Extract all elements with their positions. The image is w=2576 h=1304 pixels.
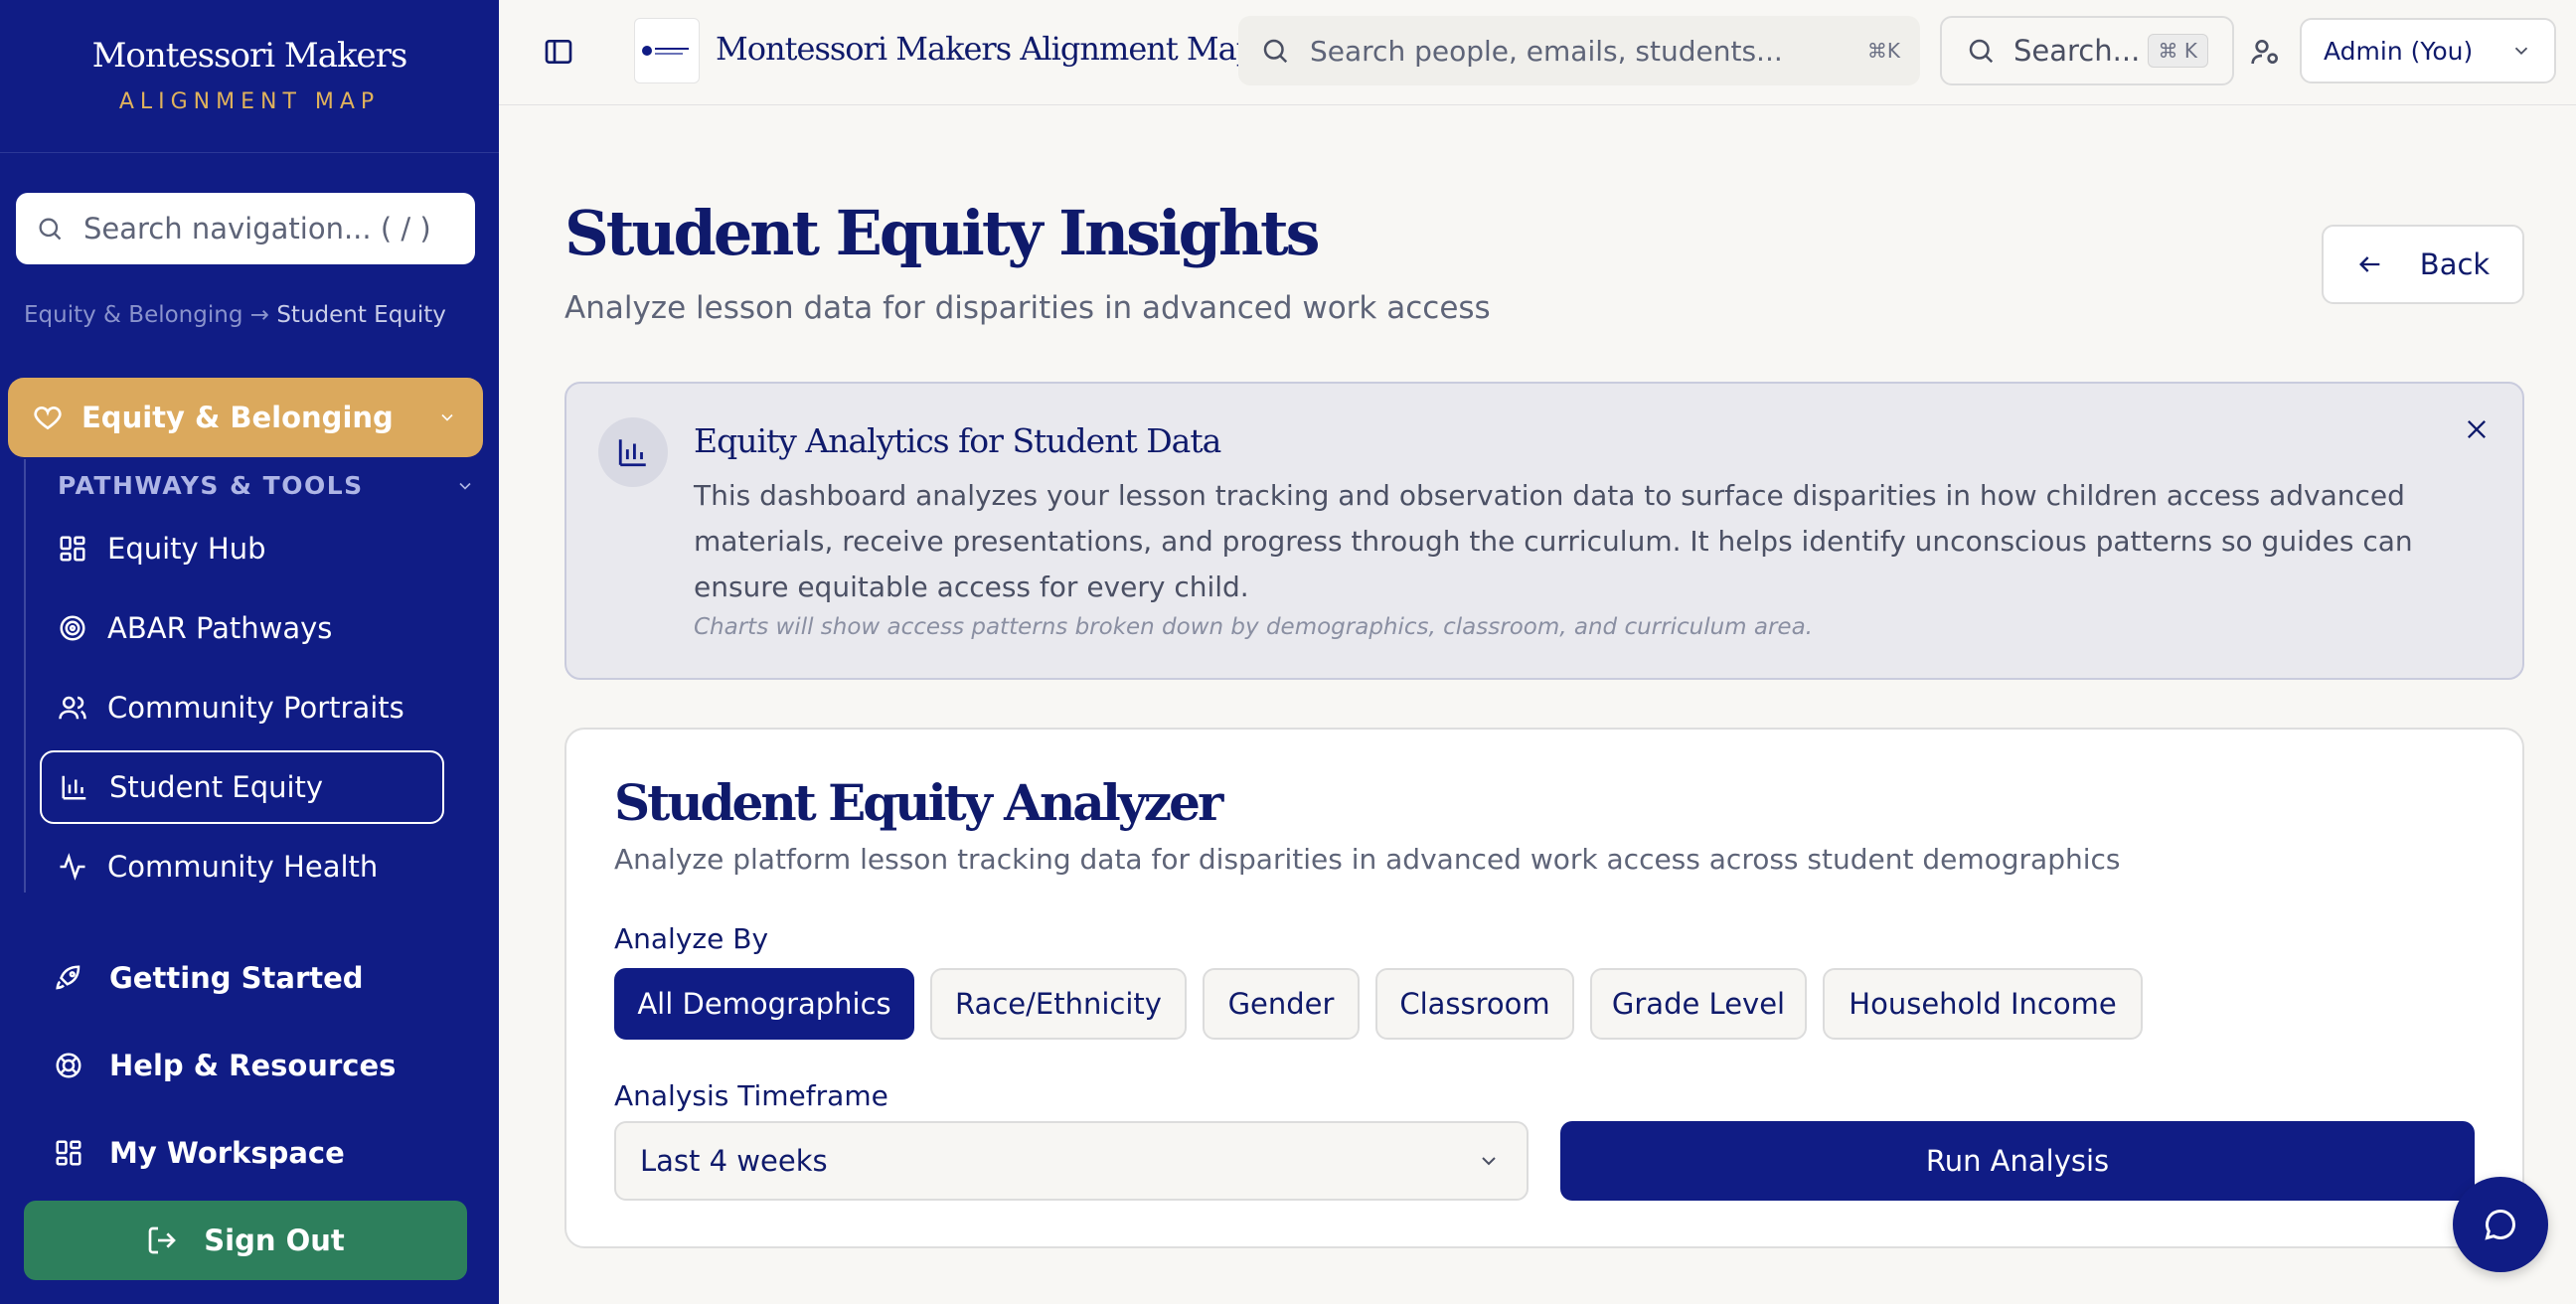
chevron-down-icon (455, 476, 475, 496)
timeframe-select[interactable]: Last 4 weeks (614, 1121, 1529, 1201)
sidebar-item-label: ABAR Pathways (107, 611, 333, 645)
option-household-income[interactable]: Household Income (1823, 968, 2143, 1040)
sidebar-item-student-equity[interactable]: Student Equity (40, 750, 444, 824)
chat-button[interactable] (2453, 1177, 2548, 1272)
back-label: Back (2419, 247, 2491, 281)
nav-group-label: Equity & Belonging (81, 401, 394, 434)
option-gender[interactable]: Gender (1203, 968, 1360, 1040)
rocket-icon (54, 963, 83, 993)
users-icon (58, 693, 87, 723)
grid-icon (58, 534, 87, 564)
user-role-label: Admin (You) (2324, 36, 2474, 66)
command-search-button[interactable]: Search... ⌘ K (1940, 16, 2234, 85)
sidebar-item-label: Student Equity (109, 770, 324, 804)
brand-title: Montessori Makers (91, 36, 408, 76)
sidebar-item-my-workspace[interactable]: My Workspace (40, 1116, 477, 1190)
page-title: Student Equity Insights (564, 197, 1321, 269)
bar-chart-icon (60, 772, 89, 802)
global-search-input[interactable]: Search people, emails, students... ⌘K (1238, 16, 1920, 85)
search-icon (1260, 36, 1290, 66)
run-analysis-button[interactable]: Run Analysis (1560, 1121, 2475, 1201)
sidebar-item-label: Help & Resources (109, 1049, 397, 1082)
sidebar-item-community-portraits[interactable]: Community Portraits (40, 671, 444, 744)
back-button[interactable]: Back (2322, 225, 2524, 304)
brand-subtitle: ALIGNMENT MAP (118, 89, 381, 114)
analyze-by-label: Analyze By (614, 922, 769, 955)
app-logo[interactable] (634, 18, 700, 83)
arrow-left-icon (2356, 250, 2384, 278)
search-icon (1966, 36, 1996, 66)
equity-analyzer-card: Student Equity Analyzer Analyze platform… (564, 728, 2524, 1248)
close-icon[interactable] (2463, 415, 2491, 443)
sidebar-item-community-health[interactable]: Community Health (40, 830, 444, 903)
top-bar: Montessori Makers Alignment Map Search p… (499, 0, 2576, 105)
sidebar-item-help-resources[interactable]: Help & Resources (40, 1029, 477, 1102)
chevron-down-icon (437, 408, 457, 427)
page-subtitle: Analyze lesson data for disparities in a… (564, 290, 1491, 326)
sidebar-item-label: Community Health (107, 850, 379, 884)
sidebar-item-abar-pathways[interactable]: ABAR Pathways (40, 591, 444, 665)
shortcut-badge: ⌘ K (2147, 34, 2208, 68)
nav-subgroup-pathways-tools[interactable]: PATHWAYS & TOOLS (58, 471, 475, 500)
log-out-icon (146, 1224, 178, 1256)
nav-tree-line (24, 459, 26, 893)
lifebuoy-icon (54, 1051, 83, 1080)
search-icon (36, 215, 64, 243)
app-title: Montessori Makers Alignment Map (716, 30, 1256, 68)
breadcrumb-separator: → (249, 302, 270, 328)
info-title: Equity Analytics for Student Data (694, 421, 1221, 460)
info-body: This dashboard analyzes your lesson trac… (694, 479, 2413, 603)
grid-icon (54, 1138, 83, 1168)
option-classroom[interactable]: Classroom (1375, 968, 1574, 1040)
nav-search-input[interactable]: Search navigation... ( / ) (16, 193, 475, 264)
breadcrumb: Equity & Belonging → Student Equity (24, 302, 446, 328)
sidebar-item-label: Getting Started (109, 961, 364, 995)
nav-subgroup-label: PATHWAYS & TOOLS (58, 471, 364, 500)
info-banner: Equity Analytics for Student Data This d… (564, 382, 2524, 680)
option-all-demographics[interactable]: All Demographics (614, 968, 914, 1040)
sign-out-label: Sign Out (204, 1223, 345, 1257)
message-circle-icon (2483, 1207, 2518, 1242)
sidebar-item-label: Equity Hub (107, 532, 266, 566)
global-search-placeholder: Search people, emails, students... (1310, 34, 1783, 68)
timeframe-value: Last 4 weeks (640, 1144, 828, 1178)
sidebar-toggle-icon[interactable] (543, 36, 574, 68)
analyzer-title: Student Equity Analyzer (614, 773, 1223, 832)
option-race-ethnicity[interactable]: Race/Ethnicity (930, 968, 1187, 1040)
user-role-select[interactable]: Admin (You) (2300, 18, 2556, 83)
chevron-down-icon (2510, 40, 2532, 62)
option-grade-level[interactable]: Grade Level (1590, 968, 1807, 1040)
nav-group-equity-belonging[interactable]: Equity & Belonging (8, 378, 483, 457)
nav-search-placeholder: Search navigation... ( / ) (83, 212, 431, 245)
breadcrumb-parent[interactable]: Equity & Belonging (24, 302, 242, 328)
shortcut-hint: ⌘K (1866, 39, 1900, 63)
sidebar: Montessori Makers ALIGNMENT MAP Search n… (0, 0, 499, 1304)
breadcrumb-current: Student Equity (276, 302, 446, 328)
heart-icon (32, 402, 64, 433)
user-settings-icon[interactable] (2250, 36, 2282, 68)
timeframe-label: Analysis Timeframe (614, 1079, 888, 1112)
sidebar-item-equity-hub[interactable]: Equity Hub (40, 512, 444, 585)
analyzer-subtitle: Analyze platform lesson tracking data fo… (614, 843, 2121, 876)
target-icon (58, 613, 87, 643)
activity-icon (58, 852, 87, 882)
command-search-label: Search... (2013, 34, 2141, 68)
sign-out-button[interactable]: Sign Out (24, 1201, 467, 1280)
sidebar-item-getting-started[interactable]: Getting Started (40, 941, 477, 1015)
brand[interactable]: Montessori Makers ALIGNMENT MAP (0, 0, 499, 153)
sidebar-item-label: My Workspace (109, 1136, 345, 1170)
chevron-down-icon (1477, 1149, 1501, 1173)
sidebar-item-label: Community Portraits (107, 691, 404, 725)
bar-chart-icon (598, 417, 668, 487)
info-note: Charts will show access patterns broken … (694, 614, 1813, 640)
